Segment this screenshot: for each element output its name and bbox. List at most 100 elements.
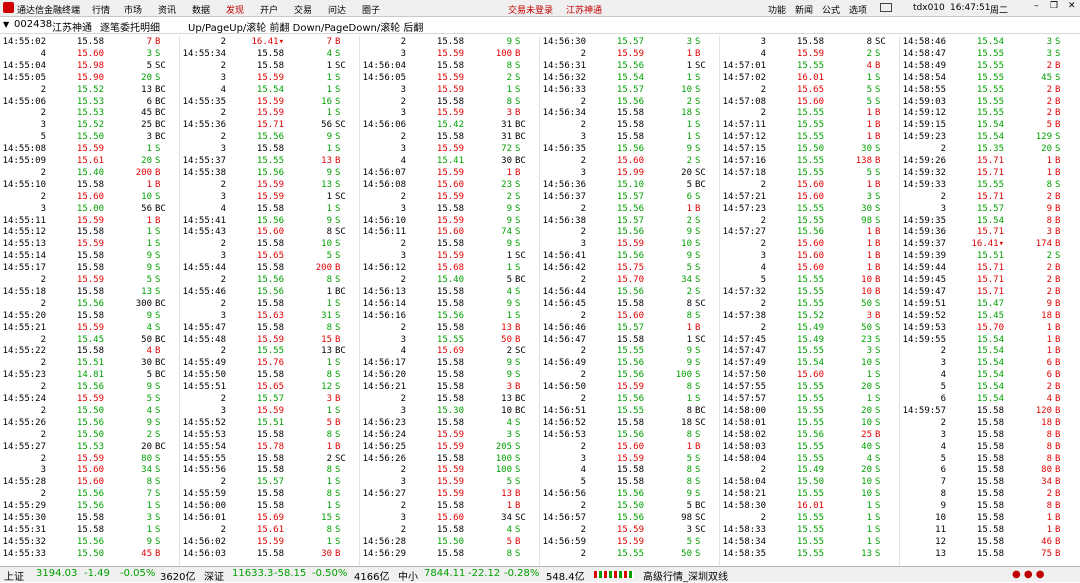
tick-side: S	[335, 84, 341, 95]
menu-item-7[interactable]: 问达	[328, 3, 346, 16]
tick-side: B	[875, 275, 881, 285]
tick-price: 15.54	[976, 37, 1004, 47]
tick-volume: 5	[686, 501, 692, 512]
tick-volume: 5	[866, 84, 872, 95]
tick-time: 14:56:34	[542, 108, 586, 119]
tick-volume: 1	[146, 144, 152, 155]
tick-side: S	[155, 191, 161, 202]
tick-volume: 1	[866, 132, 872, 143]
tick-price: 15.60	[76, 191, 104, 202]
tray-icons[interactable]: ● ● ●	[1012, 569, 1045, 580]
tick-price: 15.56	[616, 96, 644, 107]
tick-detail-grid[interactable]: 14:55:02 15.58 7 B 4 15.60 3 S 14:55:04 15.98 5 SC 1…	[0, 36, 1080, 566]
sh-index-change: -1.49	[84, 568, 110, 579]
tick-price: 15.59	[436, 72, 464, 83]
tick-time: 2	[760, 298, 766, 309]
tick-price: 15.55	[976, 60, 1004, 71]
tick-volume: 50	[681, 548, 692, 559]
tick-time: 2	[220, 394, 226, 404]
tick-price: 15.53	[76, 108, 104, 119]
tick-side: B	[1055, 548, 1061, 559]
mail-icon[interactable]	[880, 3, 892, 12]
restore-icon[interactable]: ❐	[1050, 1, 1058, 11]
tick-volume: 45	[1041, 72, 1052, 83]
tick-side: S	[1055, 132, 1061, 143]
tick-side: S	[875, 501, 881, 512]
tick-volume: 6	[1046, 370, 1052, 381]
tick-volume: 13	[501, 394, 512, 404]
tick-price: 15.60	[796, 239, 824, 250]
tick-volume: 138	[855, 156, 872, 166]
tick-price: 15.58	[76, 263, 104, 274]
tick-side: BC	[155, 96, 166, 107]
tick-side: S	[515, 358, 521, 369]
tick-side: B	[1055, 60, 1061, 71]
tick-side: S	[695, 346, 701, 357]
tick-price: 15.55	[796, 536, 824, 547]
column-divider	[359, 36, 360, 566]
tick-time: 2	[400, 275, 406, 285]
expand-icon[interactable]: ▼	[3, 20, 9, 29]
menu-item-8[interactable]: 圈子	[362, 3, 380, 16]
tick-time: 14:55:38	[182, 167, 226, 178]
tick-volume: 1	[866, 251, 872, 262]
tick-volume: 9	[506, 370, 512, 381]
menu-item-2[interactable]: 资讯	[158, 3, 176, 16]
tick-side: B	[1055, 167, 1061, 178]
minimize-icon[interactable]: –	[1034, 1, 1039, 11]
menu-bar: 通达信金融终端 行情 市场 资讯 数据 发现 开户 交易 问达 圈子 交易未登录…	[0, 0, 1080, 17]
menu-item-6[interactable]: 交易	[294, 3, 312, 16]
tick-volume: 18	[1041, 310, 1052, 321]
tick-price: 15.58	[76, 179, 104, 190]
tick-volume: 2	[1046, 96, 1052, 107]
tick-price: 16.41▾	[971, 239, 1004, 250]
tick-side: S	[155, 477, 161, 488]
close-icon[interactable]: ✕	[1068, 1, 1076, 11]
tick-side: S	[155, 465, 161, 476]
menu-item-5[interactable]: 开户	[260, 3, 278, 16]
tick-side: BC	[515, 275, 526, 285]
menu-item-1[interactable]: 市场	[124, 3, 142, 16]
tick-time: 14:59:33	[902, 179, 946, 190]
tick-price: 15.59	[616, 382, 644, 393]
tick-price: 15.59	[256, 191, 284, 202]
menu-item-0[interactable]: 行情	[92, 3, 110, 16]
weekday: 周二	[990, 6, 1009, 16]
menu-stock-name[interactable]: 江苏神通	[566, 3, 602, 16]
tick-side: S	[875, 215, 881, 226]
tick-volume: 5	[326, 417, 332, 428]
tick-time: 4	[940, 441, 946, 452]
tick-price: 15.58	[436, 382, 464, 393]
tick-price: 15.55	[796, 108, 824, 119]
tick-side: B	[335, 548, 341, 559]
tick-side: B	[515, 489, 521, 500]
tick-side: SC	[155, 60, 166, 71]
tick-side: SC	[695, 60, 706, 71]
tick-price: 15.65	[256, 251, 284, 262]
tick-side: B	[1055, 108, 1061, 119]
tick-side: S	[335, 358, 341, 369]
tick-side: BC	[155, 358, 166, 369]
menu-item-3[interactable]: 数据	[192, 3, 210, 16]
tick-volume: 9	[686, 227, 692, 238]
tick-time: 14:55:43	[182, 227, 226, 238]
menu-right-0[interactable]: 功能	[768, 3, 786, 16]
tick-price: 15.60	[76, 477, 104, 488]
tick-price: 15.55	[976, 48, 1004, 59]
tick-time: 14:58:49	[902, 60, 946, 71]
trade-login-status[interactable]: 交易未登录	[508, 3, 553, 16]
tick-price: 14.81	[76, 370, 104, 381]
tick-volume: 15	[321, 513, 332, 523]
tick-price: 15.56	[256, 167, 284, 178]
tick-time: 14:56:03	[182, 548, 226, 559]
tick-time: 2	[220, 37, 226, 47]
menu-right-3[interactable]: 选项	[849, 3, 867, 16]
tick-volume: 9	[506, 203, 512, 214]
menu-right-2[interactable]: 公式	[822, 3, 840, 16]
menu-item-4[interactable]: 发现	[226, 3, 244, 16]
tick-price: 15.54	[976, 394, 1004, 404]
menu-right-1[interactable]: 新闻	[795, 3, 813, 16]
tick-time: 14:56:20	[362, 370, 406, 381]
tick-price: 15.58	[436, 298, 464, 309]
tick-side: B	[1055, 120, 1061, 131]
